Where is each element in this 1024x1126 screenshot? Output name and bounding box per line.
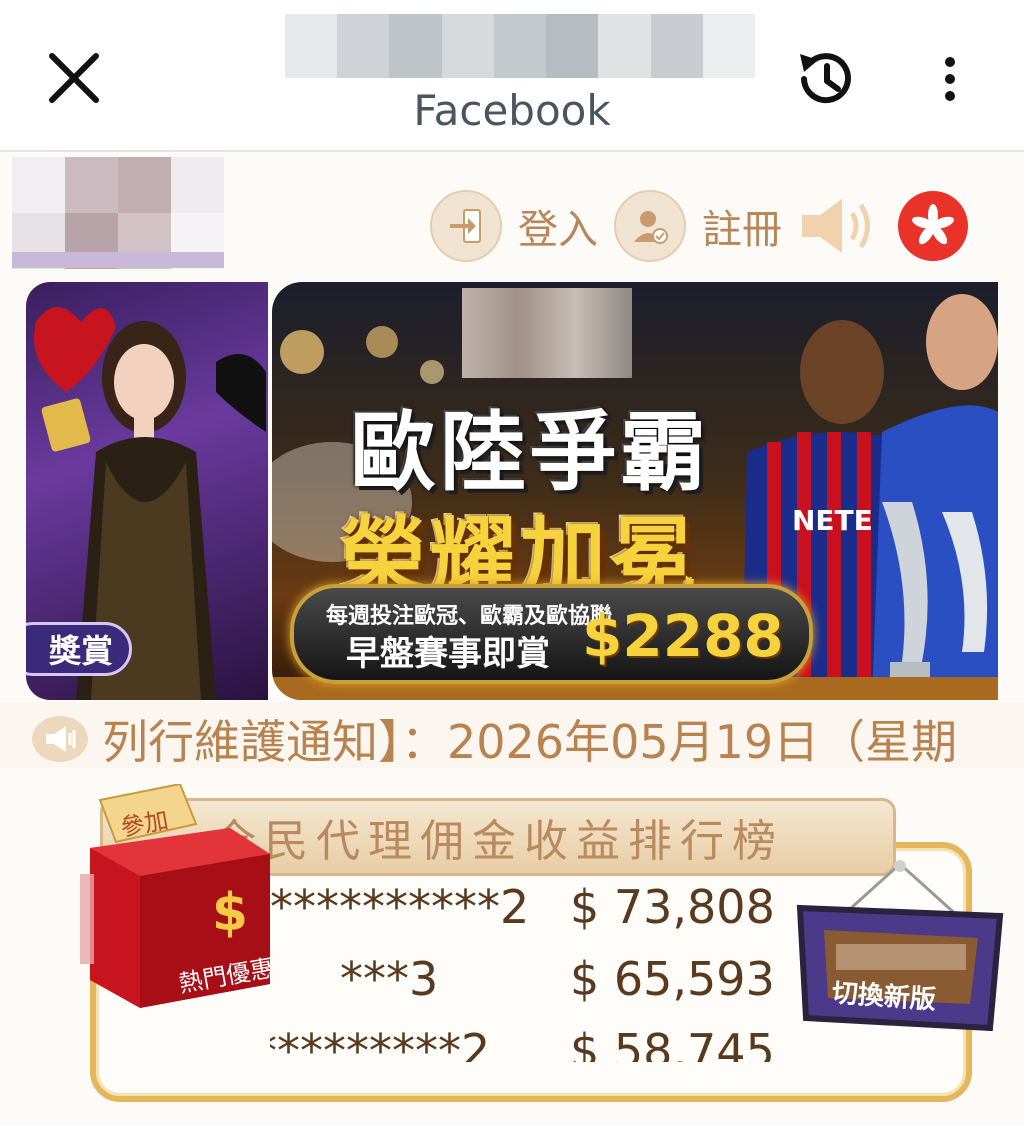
hot-deals-gift-box[interactable]: $ 參加 熱門優惠: [80, 782, 280, 1008]
wooden-sign-icon: [796, 860, 1004, 1032]
jersey-sponsor-text: NETE: [792, 504, 873, 537]
leaderboard-user: ***3: [340, 952, 439, 1006]
promo-banner-carousel[interactable]: 獎賞 NETE 歐陸爭霸 榮耀加冕 每週投注歐冠、歐霸及歐協聯 早盤賽事即賞 $…: [26, 282, 998, 700]
leaderboard-amount: $ 58,745: [570, 1024, 775, 1062]
megaphone-icon: [32, 716, 88, 762]
promo-amount: $2288: [582, 602, 784, 670]
leaderboard-row: ***3 $ 65,593: [270, 952, 790, 1012]
switch-new-version-label[interactable]: 切換新版: [831, 972, 937, 1016]
leaderboard-row: **********2 $ 73,808: [270, 880, 790, 940]
register-icon[interactable]: [614, 190, 686, 262]
promo-line-2: 早盤賽事即賞: [346, 634, 550, 674]
banner-slide-main[interactable]: NETE 歐陸爭霸 榮耀加冕 每週投注歐冠、歐霸及歐協聯 早盤賽事即賞 $228…: [272, 282, 998, 700]
sound-icon[interactable]: [798, 191, 878, 261]
leaderboard-user: **********2: [270, 880, 530, 934]
switch-new-version-sign[interactable]: 切換新版: [790, 858, 1010, 1048]
svg-text:$: $: [212, 883, 248, 943]
login-icon[interactable]: [430, 190, 502, 262]
register-button[interactable]: 註冊: [702, 197, 782, 255]
hong-kong-flag-icon[interactable]: [898, 191, 968, 261]
leaderboard-amount: $ 73,808: [570, 880, 775, 934]
banner-slide-left[interactable]: 獎賞: [26, 282, 268, 700]
banner-promo-pill[interactable]: 每週投注歐冠、歐霸及歐協聯 早盤賽事即賞 $2288: [290, 584, 813, 684]
leaderboard-title: 全民代理佣金收益排行榜: [212, 816, 784, 867]
notice-marquee[interactable]: 列行維護通知】：2026年05月19日（星期: [0, 702, 1024, 768]
leaderboard-row: s*********2 $ 58,745: [270, 1024, 790, 1062]
blurred-page-title: [285, 14, 755, 78]
history-icon[interactable]: [790, 44, 860, 114]
more-vert-icon[interactable]: [935, 54, 965, 104]
browser-top-bar: Facebook: [0, 0, 1024, 152]
banner-left-pill[interactable]: 獎賞: [26, 622, 132, 676]
site-content: 登入 註冊 獎賞 NETE 歐陸爭霸 榮耀加冕 每週投注歐冠、歐霸及歐協聯 早盤…: [0, 152, 1024, 1126]
leaderboard-amount: $ 65,593: [570, 952, 775, 1006]
login-button[interactable]: 登入: [518, 197, 598, 255]
blurred-logo-strip: [12, 252, 224, 268]
auth-bar: 登入 註冊: [430, 188, 968, 264]
leaderboard-user: s*********2: [270, 1024, 491, 1062]
notice-text: 列行維護通知】：2026年05月19日（星期: [102, 715, 958, 768]
page-subtitle: Facebook: [413, 86, 611, 135]
